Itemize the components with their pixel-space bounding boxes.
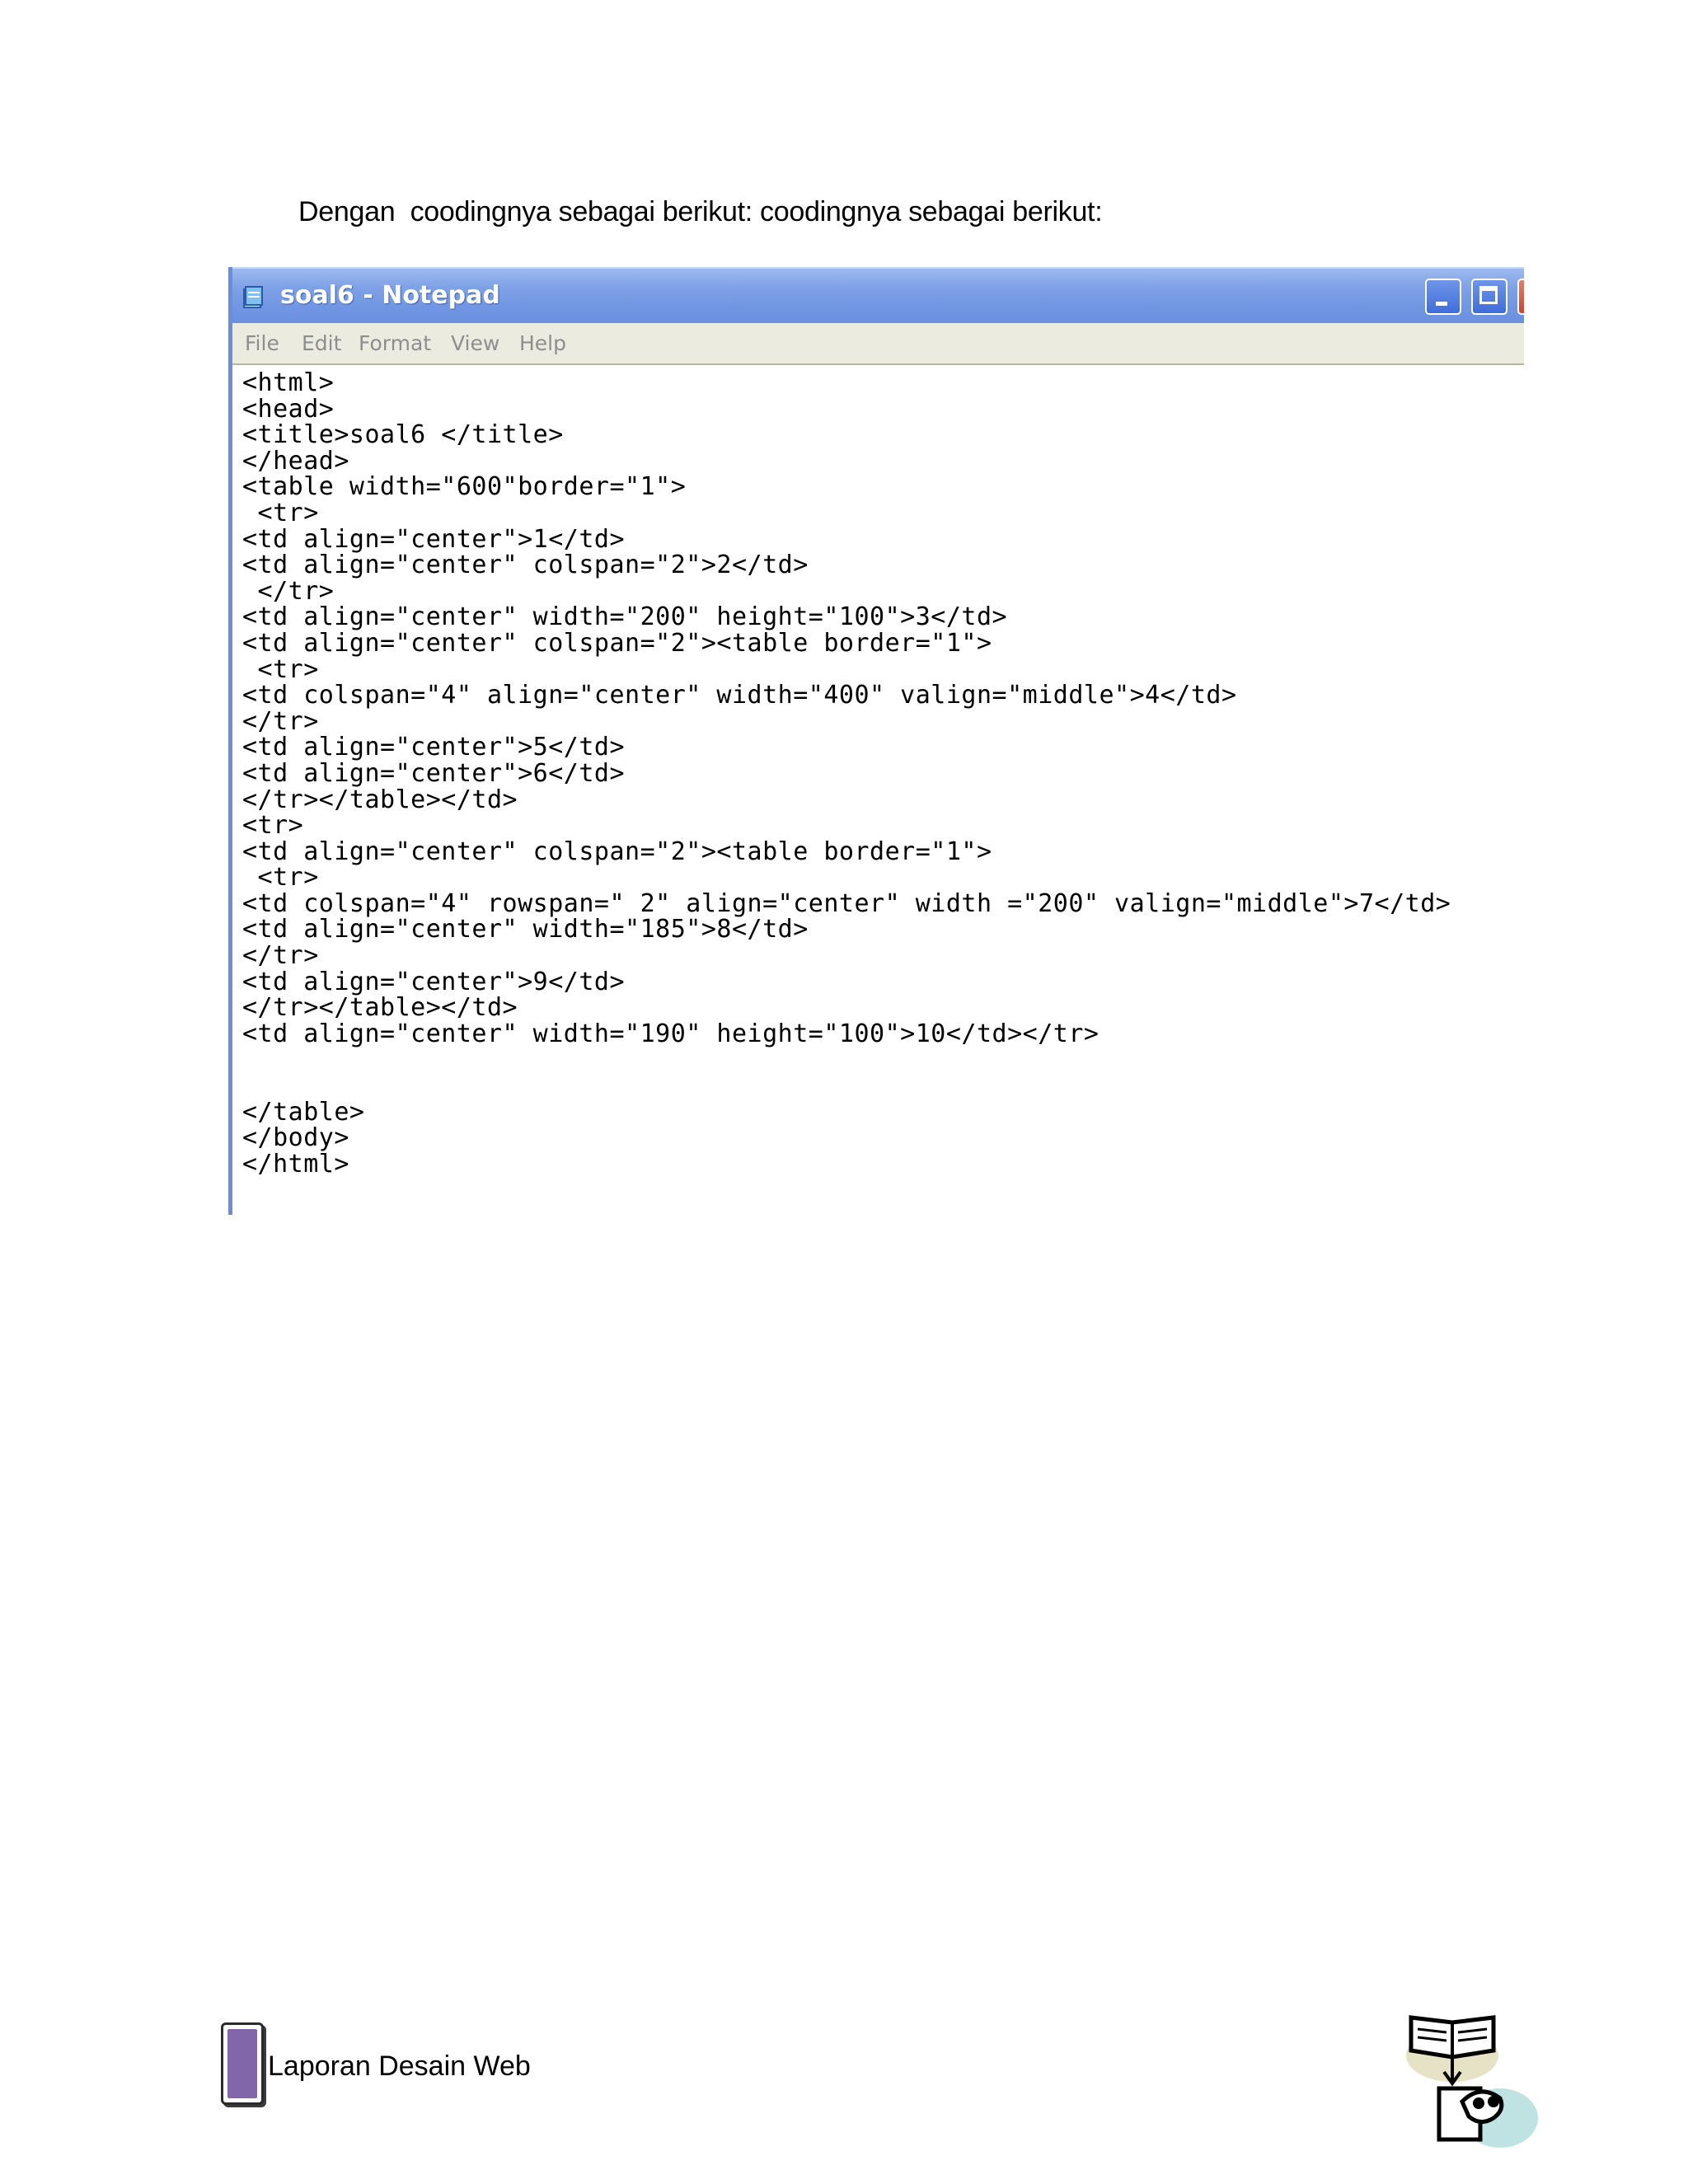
footer-text: Laporan Desain Web [268,2050,531,2082]
code-line: <td align="center">9</td> [242,967,626,996]
code-line: <td align="center" width="200" height="1… [242,602,1008,632]
code-line: </head> [242,446,349,476]
window-title: soal6 - Notepad [280,281,500,310]
menu-format[interactable]: Format [359,331,431,355]
code-line: <td align="center" colspan="2"><table bo… [242,628,992,658]
code-line: </tr> [242,706,319,736]
code-line: <td align="center">5</td> [242,733,626,762]
code-line: </tr></table></td> [242,785,518,814]
code-line: <td colspan="4" align="center" width="40… [242,681,1237,710]
menu-help[interactable]: Help [519,331,566,355]
code-line: <td colspan="4" rowspan=" 2" align="cent… [242,888,1451,918]
menu-bar: File Edit Format View Help [232,323,1524,365]
code-line: <head> [242,394,335,424]
code-line: <tr> [242,811,304,841]
code-line: <tr> [242,863,319,893]
book-reader-clipart [1406,2015,1538,2148]
code-line: <tr> [242,498,319,527]
title-bar[interactable]: soal6 - Notepad [232,267,1524,323]
menu-file[interactable]: File [245,331,279,355]
code-line: </body> [242,1123,349,1153]
code-line: <td align="center" colspan="2">2</td> [242,551,809,580]
code-line: <table width="600"border="1"> [242,472,687,502]
code-line: <td align="center" colspan="2"><table bo… [242,837,992,866]
code-line: <td align="center" width="190" height="1… [242,1019,1100,1048]
code-line: <td align="center">1</td> [242,524,626,554]
close-icon[interactable] [1517,279,1524,315]
code-line: </tr> [242,941,319,971]
code-line: <tr> [242,654,319,684]
code-line: <td align="center" width="185">8</td> [242,915,809,944]
footer-tab-fill [227,2029,257,2098]
code-line: <html> [242,368,335,397]
notepad-window: soal6 - Notepad File Edit Format View He… [228,267,1524,1215]
code-line: <td align="center">6</td> [242,758,626,788]
intro-text: Dengan coodingnya sebagai berikut: coodi… [298,196,1103,227]
code-text-area[interactable]: <html> <head> <title>soal6 </title> </he… [242,370,1451,1177]
code-line: </tr></table></td> [242,993,518,1023]
minimize-icon[interactable] [1425,279,1461,315]
footer-tab-marker [221,2022,264,2105]
maximize-icon[interactable] [1471,279,1507,315]
menu-view[interactable]: View [451,331,499,355]
menu-edit[interactable]: Edit [302,331,341,355]
code-line: </html> [242,1149,349,1179]
notepad-app-icon [243,286,263,308]
code-line: <title>soal6 </title> [242,420,564,450]
code-line: </tr> [242,576,335,606]
code-line: </table> [242,1097,365,1127]
